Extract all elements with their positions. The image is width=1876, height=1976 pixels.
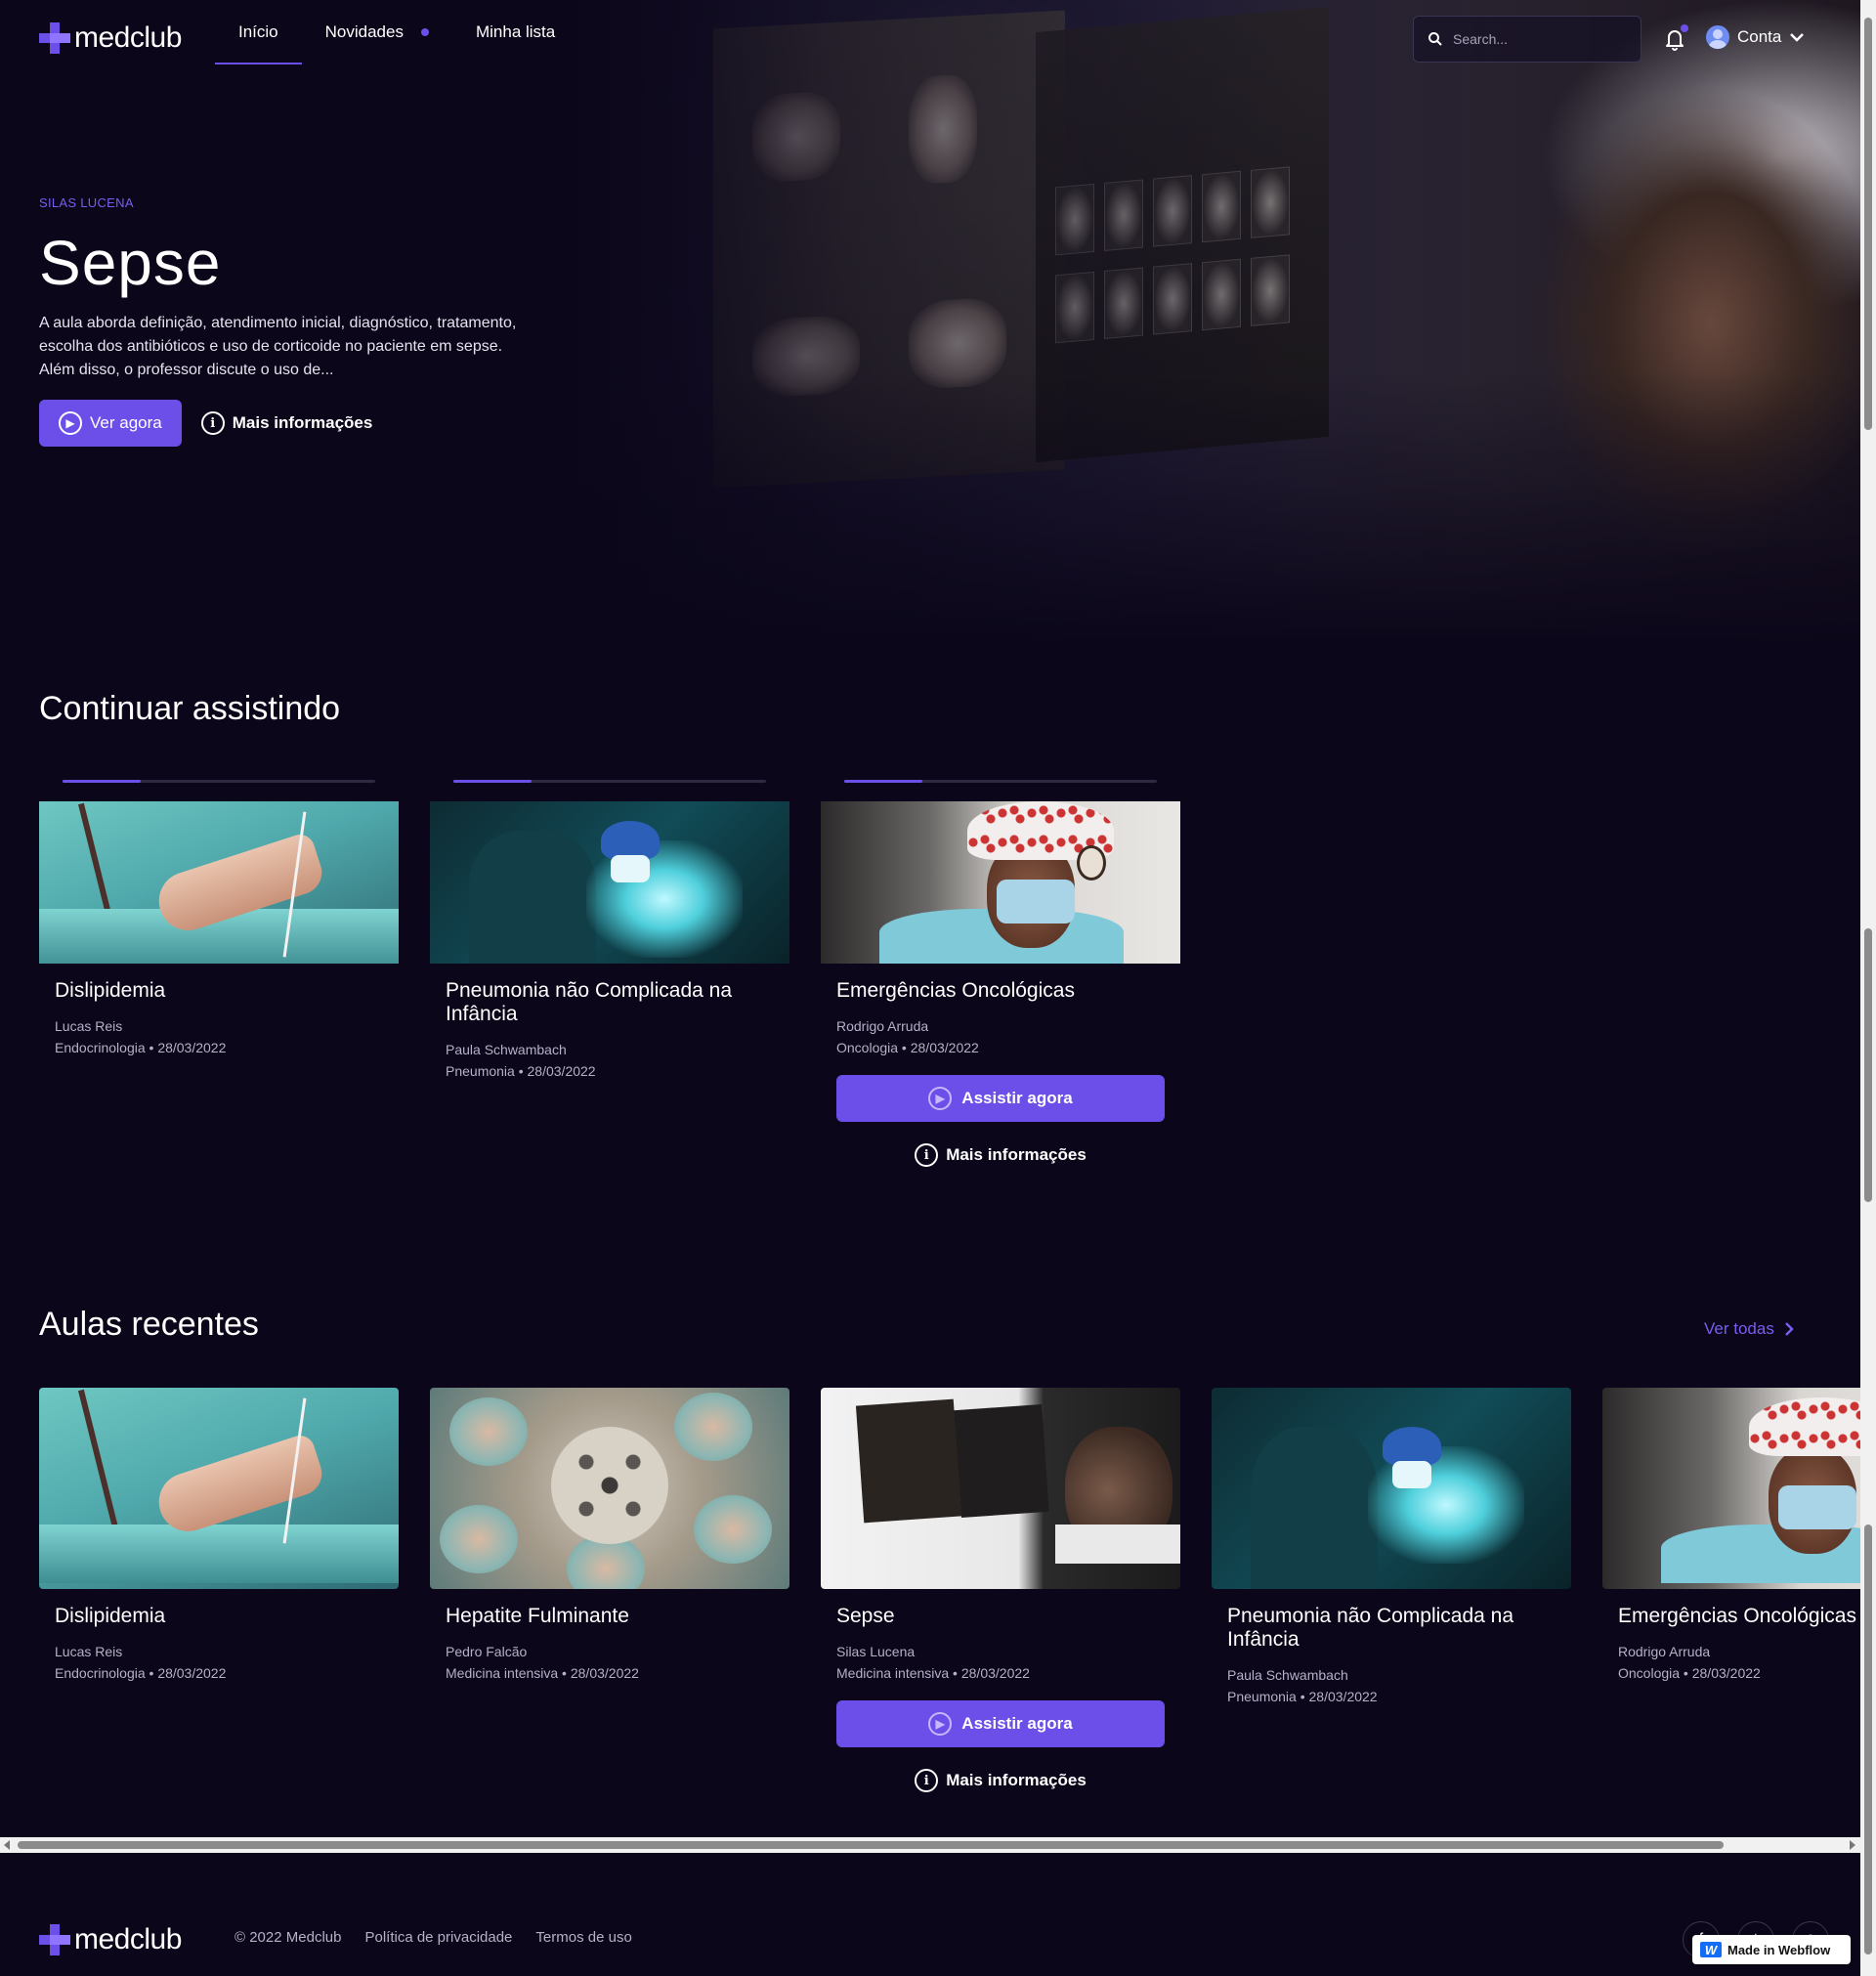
card-meta: Oncologia • 28/03/2022 [1618,1665,1761,1681]
watch-now-button[interactable]: ▶ Assistir agora [836,1075,1165,1122]
lesson-card[interactable]: Pneumonia não Complicada na Infância Pau… [1212,1388,1571,1704]
more-info-button[interactable]: i Mais informações [200,411,372,435]
webflow-logo-icon: W [1700,1942,1722,1957]
top-navbar: medclub Início Novidades Minha lista Con… [0,0,1860,78]
card-author: Pedro Falcão [446,1644,528,1659]
nav-item-inicio[interactable]: Início [215,0,302,64]
continue-card[interactable]: Emergências Oncológicas Rodrigo Arruda O… [821,762,1180,1173]
card-title: Emergências Oncológicas [836,979,1075,1002]
hero-banner: SILAS LUCENA Sepse A aula aborda definiç… [0,0,1860,645]
terms-link[interactable]: Termos de uso [535,1929,631,1946]
nav-item-minha-lista[interactable]: Minha lista [452,0,578,64]
scrollbar-thumb[interactable] [1864,18,1872,430]
card-thumbnail [430,801,789,964]
account-label: Conta [1737,27,1782,46]
card-author: Silas Lucena [836,1644,916,1659]
play-icon: ▶ [928,1087,953,1110]
brand-name: medclub [74,1923,182,1955]
play-icon: ▶ [928,1712,953,1736]
new-indicator-dot [420,28,429,36]
vertical-scrollbar[interactable] [1860,0,1876,1976]
logo-cross-icon [39,1924,70,1955]
card-meta: Endocrinologia • 28/03/2022 [55,1040,227,1055]
brand-name: medclub [74,21,182,54]
see-all-link[interactable]: Ver todas [1704,1319,1794,1339]
card-author: Paula Schwambach [1227,1667,1348,1683]
card-meta: Medicina intensiva • 28/03/2022 [836,1665,1030,1681]
more-info-link[interactable]: i Mais informações [836,1143,1165,1167]
search-icon [1428,32,1442,46]
card-title: Emergências Oncológicas [1618,1605,1856,1627]
lesson-card[interactable]: Hepatite Fulminante Pedro Falcão Medicin… [430,1388,789,1681]
footer-links: © 2022 Medclub Política de privacidade T… [234,1929,632,1946]
info-icon: i [915,1769,939,1792]
card-thumbnail [1212,1388,1571,1589]
chevron-down-icon [1790,33,1805,42]
progress-bar [453,780,766,783]
progress-bar [844,780,1157,783]
lesson-card[interactable]: Dislipidemia Lucas Reis Endocrinologia •… [39,1388,399,1681]
hero-author: SILAS LUCENA [39,195,134,210]
card-thumbnail [821,801,1180,964]
card-meta: Pneumonia • 28/03/2022 [446,1063,596,1079]
account-menu[interactable]: Conta [1706,25,1805,49]
watch-now-button[interactable]: ▶ Assistir agora [836,1700,1165,1747]
card-author: Rodrigo Arruda [1618,1644,1711,1659]
notification-dot [1681,24,1688,32]
info-icon: i [915,1143,939,1167]
card-thumbnail [821,1388,1180,1589]
section-title-continue: Continuar assistindo [39,690,341,727]
progress-bar [63,780,375,783]
card-title: Sepse [836,1605,895,1627]
copyright: © 2022 Medclub [234,1929,342,1946]
card-title: Pneumonia não Complicada na Infância [1227,1605,1514,1651]
chevron-right-icon [1784,1322,1794,1336]
search-box[interactable] [1413,16,1642,63]
made-in-webflow-badge[interactable]: W Made in Webflow [1692,1935,1851,1964]
page: SILAS LUCENA Sepse A aula aborda definiç… [0,0,1860,1976]
hero-content: SILAS LUCENA Sepse A aula aborda definiç… [39,195,547,447]
nav-item-novidades[interactable]: Novidades [302,0,452,64]
card-title: Dislipidemia [55,979,166,1002]
play-icon: ▶ [59,411,82,435]
brand-logo[interactable]: medclub [39,21,182,55]
main-nav: Início Novidades Minha lista [215,0,578,64]
card-thumbnail [430,1388,789,1589]
card-meta: Endocrinologia • 28/03/2022 [55,1665,227,1681]
watch-now-button[interactable]: ▶ Ver agora [39,400,182,447]
privacy-link[interactable]: Política de privacidade [364,1929,512,1946]
horizontal-scrollbar[interactable] [0,1837,1860,1853]
avatar [1706,25,1729,49]
footer-logo[interactable]: medclub [39,1923,182,1956]
hero-description: A aula aborda definição, atendimento ini… [39,315,517,378]
card-meta: Pneumonia • 28/03/2022 [1227,1689,1378,1704]
scroll-left-arrow[interactable] [4,1840,10,1850]
scroll-right-arrow[interactable] [1850,1840,1855,1850]
card-thumbnail [39,1388,399,1589]
card-thumbnail [39,801,399,964]
lesson-card[interactable]: Sepse Silas Lucena Medicina intensiva • … [821,1388,1180,1798]
card-meta: Oncologia • 28/03/2022 [836,1040,979,1055]
card-title: Pneumonia não Complicada na Infância [446,979,733,1025]
card-author: Lucas Reis [55,1644,123,1659]
card-thumbnail [1602,1388,1860,1589]
continue-card[interactable]: Pneumonia não Complicada na Infância Pau… [430,762,789,1095]
info-icon: i [200,411,225,435]
card-author: Lucas Reis [55,1018,123,1034]
card-title: Hepatite Fulminante [446,1605,629,1627]
hero-title: Sepse [39,228,222,298]
card-author: Rodrigo Arruda [836,1018,929,1034]
card-author: Paula Schwambach [446,1042,567,1057]
scrollbar-thumb[interactable] [18,1841,1724,1849]
more-info-link[interactable]: i Mais informações [836,1769,1165,1792]
card-title: Dislipidemia [55,1605,166,1627]
card-meta: Medicina intensiva • 28/03/2022 [446,1665,639,1681]
logo-cross-icon [39,22,70,54]
section-title-recent: Aulas recentes [39,1306,259,1343]
continue-card[interactable]: Dislipidemia Lucas Reis Endocrinologia •… [39,762,399,1095]
search-input[interactable] [1453,31,1629,47]
lesson-card[interactable]: Emergências Oncológicas Rodrigo Arruda O… [1602,1388,1860,1681]
